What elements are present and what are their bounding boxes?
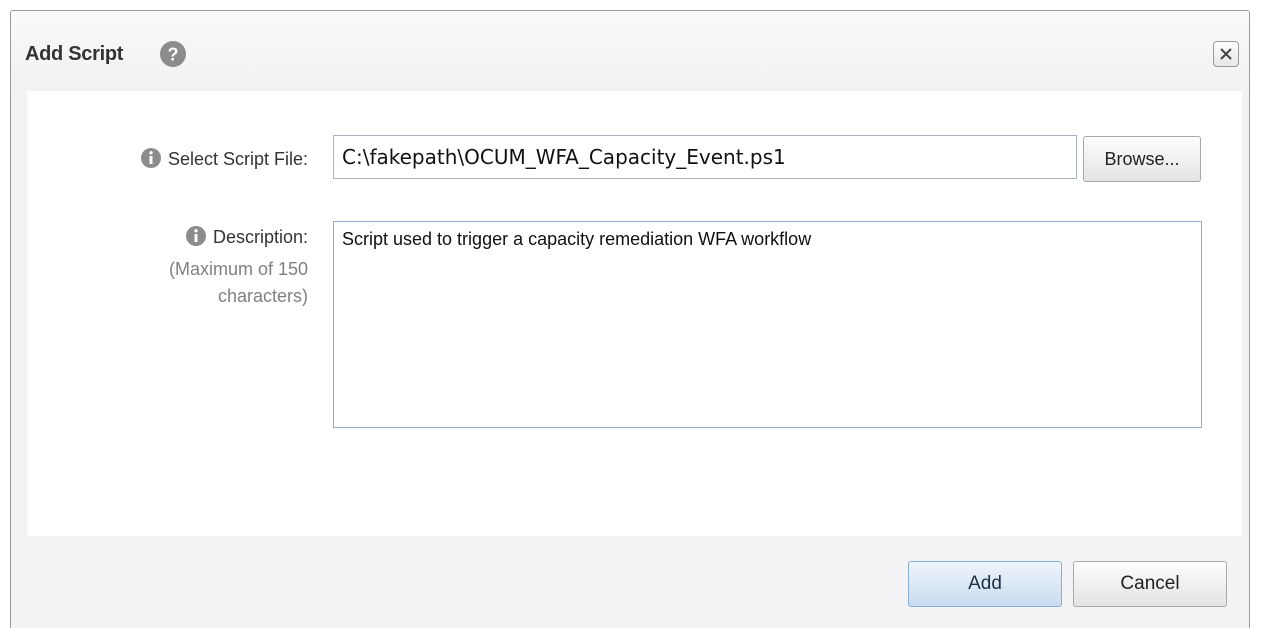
dialog-content: Select Script File: Browse... Descriptio… [27,91,1242,536]
dialog-titlebar: Add Script ? [11,11,1249,91]
description-textarea[interactable]: Script used to trigger a capacity remedi… [333,221,1202,428]
description-label: Description: [212,227,308,247]
description-hint-line1: (Maximum of 150 [168,259,308,279]
add-script-dialog: Add Script ? Select Script File: Browse.… [10,10,1250,628]
description-label-row: Description: [185,225,308,248]
close-icon [1220,48,1232,60]
add-button[interactable]: Add [908,561,1062,607]
browse-button[interactable]: Browse... [1083,136,1201,182]
script-file-label: Select Script File: [167,149,308,169]
dialog-title: Add Script [25,43,124,65]
cancel-button[interactable]: Cancel [1073,561,1227,607]
info-icon [140,148,161,168]
script-file-input[interactable] [333,135,1077,179]
svg-text:?: ? [168,45,179,65]
info-icon [185,226,206,246]
description-hint-line2: characters) [217,286,308,306]
script-file-label-row: Select Script File: [140,147,308,170]
help-icon[interactable]: ? [159,40,187,68]
close-button[interactable] [1213,41,1239,67]
